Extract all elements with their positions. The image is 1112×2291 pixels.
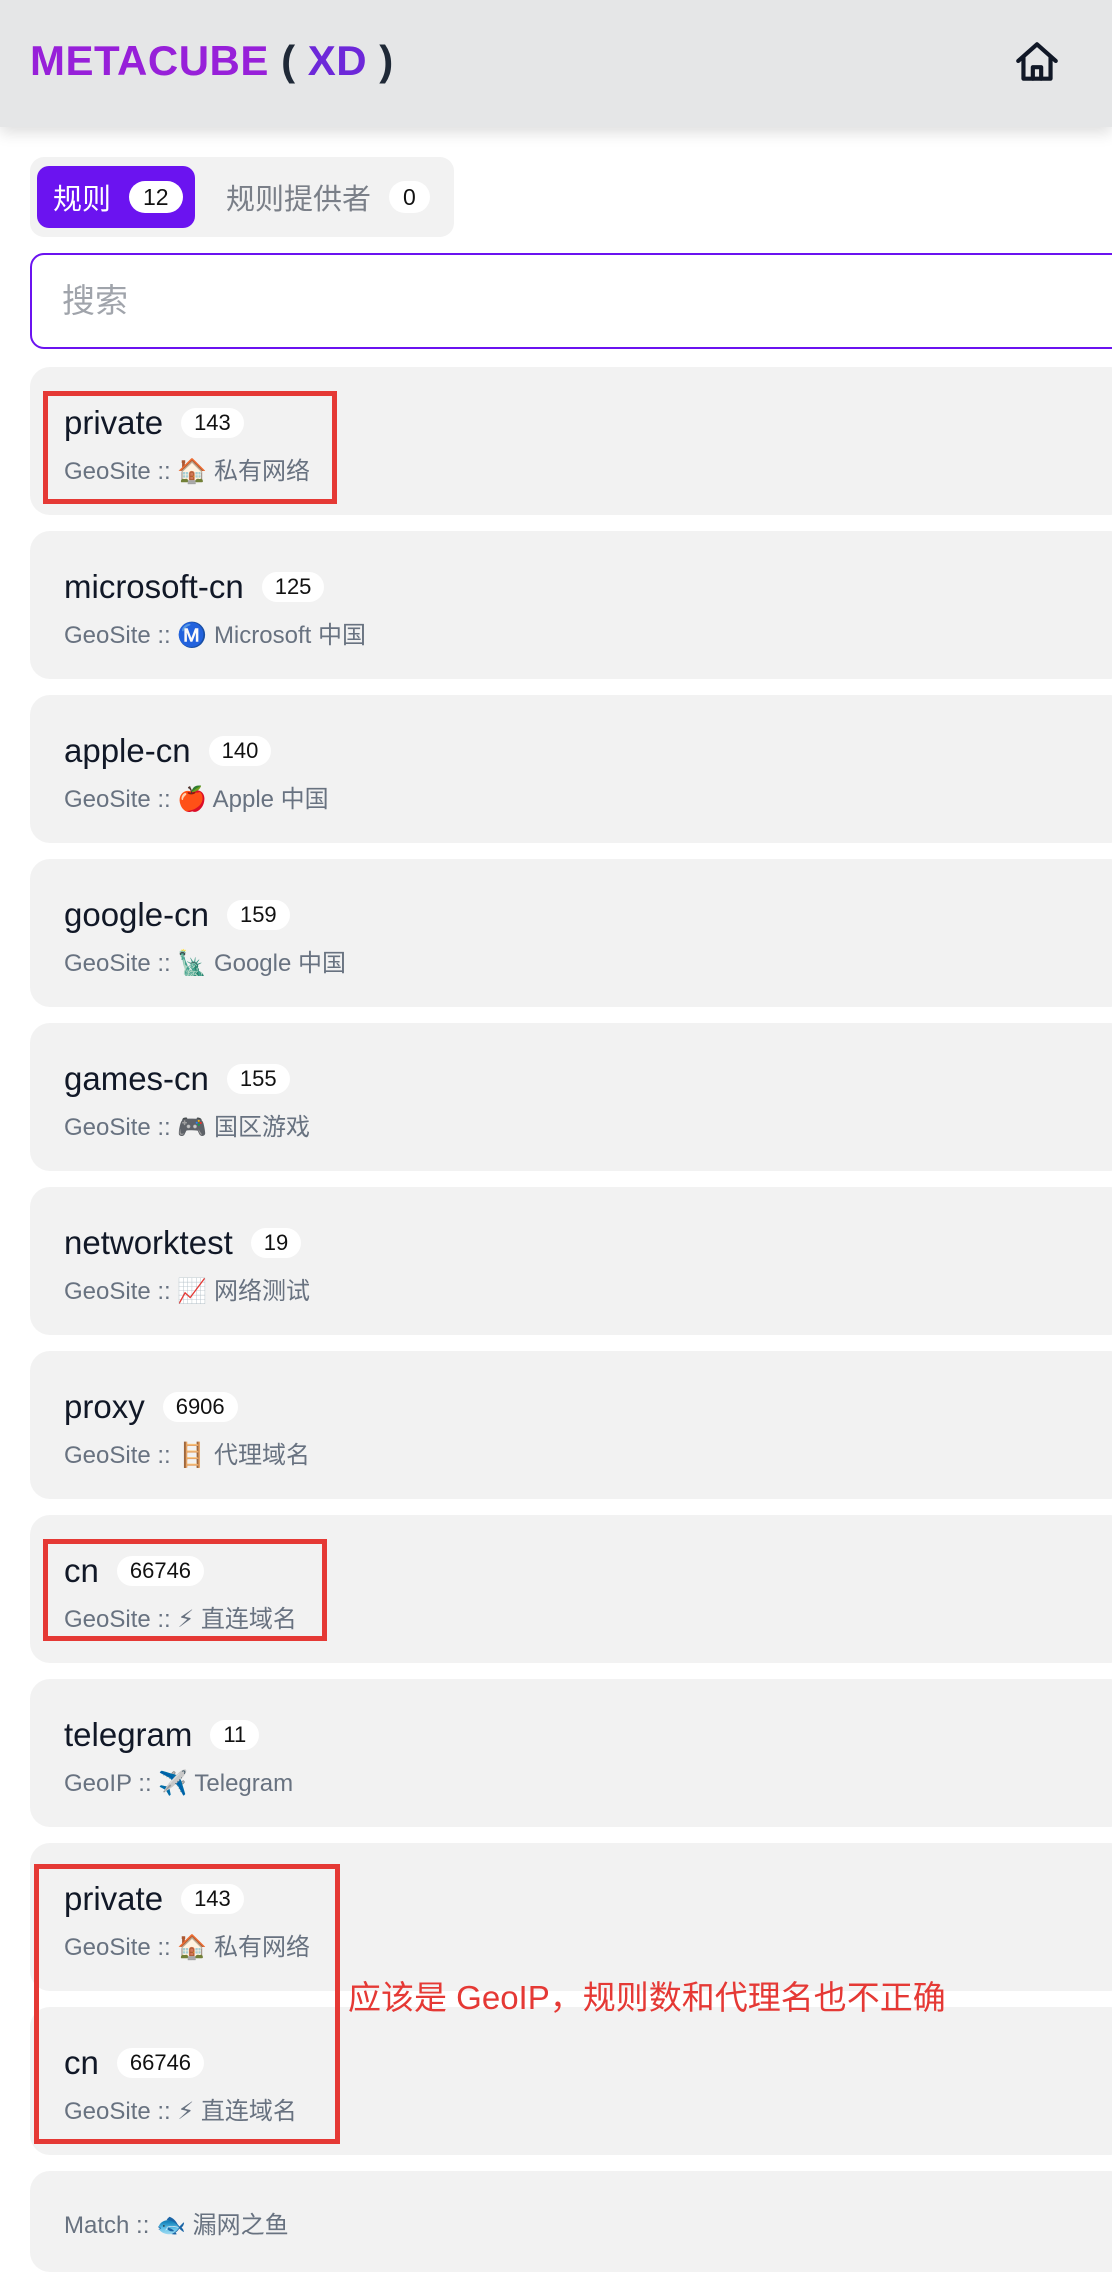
rule-card[interactable]: cn 66746 GeoSite :: ⚡ 直连域名 (30, 2007, 1112, 2155)
rule-detail: GeoIP :: ✈️ Telegram (64, 1770, 294, 1797)
rule-card[interactable]: apple-cn 140 GeoSite :: 🍎 Apple 中国 (30, 695, 1112, 843)
tab-rule-providers[interactable]: 规则提供者 0 (206, 166, 446, 228)
rule-detail: GeoSite :: ⚡ 直连域名 (64, 2098, 297, 2125)
rule-detail: Match :: 🐟 漏网之鱼 (64, 2212, 289, 2239)
tab-rules-label: 规则 (53, 184, 112, 216)
rule-count-badge: 159 (226, 900, 290, 930)
rule-count-badge: 140 (208, 736, 272, 766)
logo-text: METACUBE (30, 37, 269, 84)
tab-providers-label: 规则提供者 (226, 184, 372, 216)
logo-paren-open: ( (281, 37, 296, 84)
match-rule-card[interactable]: Match :: 🐟 漏网之鱼 (30, 2171, 1112, 2272)
rule-name: games-cn (64, 1060, 209, 1097)
home-icon[interactable] (1012, 37, 1062, 87)
rule-count-badge: 143 (181, 408, 244, 438)
rule-count-badge: 155 (226, 1064, 290, 1094)
rule-count-badge: 19 (250, 1228, 302, 1258)
rule-card[interactable]: google-cn 159 GeoSite :: 🗽 Google 中国 (30, 859, 1112, 1007)
rule-name: networktest (64, 1224, 233, 1261)
rule-name: proxy (64, 1388, 145, 1425)
app-logo: METACUBE ( XD ) (30, 36, 394, 86)
rule-detail: GeoSite :: 📈 网络测试 (64, 1278, 310, 1305)
rule-card[interactable]: private 143 GeoSite :: 🏠 私有网络 (30, 367, 1112, 515)
tab-group: 规则 12 规则提供者 0 (30, 157, 454, 237)
rule-count-badge: 66746 (116, 2048, 205, 2078)
rule-detail: GeoSite :: 🏠 私有网络 (64, 1934, 310, 1961)
rule-count-badge: 125 (261, 572, 325, 602)
rule-detail: GeoSite :: ⚡ 直连域名 (64, 1606, 297, 1633)
rule-name: cn (64, 2044, 99, 2081)
rule-name: google-cn (64, 896, 209, 933)
rule-count-badge: 11 (210, 1720, 260, 1750)
rule-card[interactable]: telegram 11 GeoIP :: ✈️ Telegram (30, 1679, 1112, 1827)
rule-card[interactable]: microsoft-cn 125 GeoSite :: Ⓜ️ Microsoft … (30, 531, 1112, 679)
rule-detail: GeoSite :: 🪜 代理域名 (64, 1442, 310, 1469)
logo-paren-close: ) (379, 37, 394, 84)
tab-rules[interactable]: 规则 12 (37, 166, 195, 228)
rule-detail: GeoSite :: 🎮 国区游戏 (64, 1114, 310, 1141)
logo-xd: XD (307, 37, 368, 84)
rule-name: cn (64, 1552, 99, 1589)
rule-detail: GeoSite :: 🏠 私有网络 (64, 458, 310, 485)
rule-count-badge: 66746 (116, 1556, 205, 1586)
rule-card[interactable]: proxy 6906 GeoSite :: 🪜 代理域名 (30, 1351, 1112, 1499)
app-header: METACUBE ( XD ) (0, 0, 1112, 127)
rule-detail: GeoSite :: Ⓜ️ Microsoft 中国 (64, 622, 366, 649)
rule-name: microsoft-cn (64, 568, 244, 605)
rule-name: private (64, 1880, 164, 1917)
tab-providers-count: 0 (389, 181, 430, 213)
annotation-note: 应该是 GeoIP，规则数和代理名也不正确 (348, 1979, 946, 2016)
rule-card[interactable]: private 143 GeoSite :: 🏠 私有网络 (30, 1843, 1112, 1991)
search-input[interactable] (30, 253, 1112, 349)
rule-name: apple-cn (64, 732, 191, 769)
rule-count-badge: 6906 (162, 1392, 238, 1422)
rule-detail: GeoSite :: 🍎 Apple 中国 (64, 786, 329, 813)
rule-count-badge: 143 (181, 1884, 244, 1914)
rule-name: private (64, 404, 164, 441)
rule-name: telegram (64, 1716, 193, 1753)
tab-rules-count: 12 (129, 181, 183, 213)
rule-detail: GeoSite :: 🗽 Google 中国 (64, 950, 346, 977)
rule-card[interactable]: cn 66746 GeoSite :: ⚡ 直连域名 (30, 1515, 1112, 1663)
rule-card[interactable]: networktest 19 GeoSite :: 📈 网络测试 (30, 1187, 1112, 1335)
rule-card[interactable]: games-cn 155 GeoSite :: 🎮 国区游戏 (30, 1023, 1112, 1171)
